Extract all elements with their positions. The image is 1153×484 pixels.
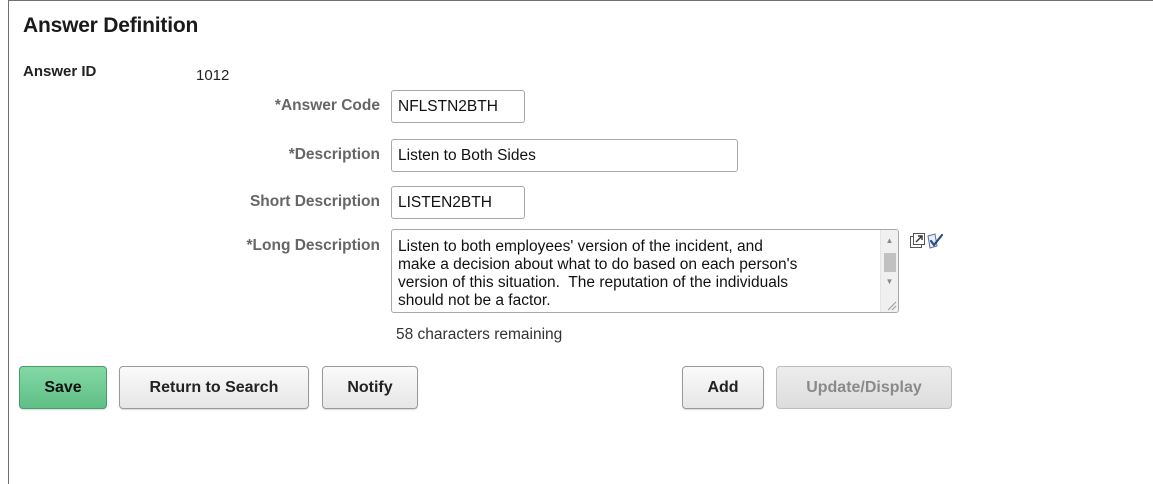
description-field[interactable] <box>391 139 738 172</box>
scroll-down-arrow-icon[interactable]: ▼ <box>881 275 898 289</box>
answer-code-label: *Answer Code <box>274 97 380 114</box>
scroll-thumb[interactable] <box>884 253 896 272</box>
page-title: Answer Definition <box>23 14 199 37</box>
save-button[interactable]: Save <box>19 366 107 409</box>
long-description-label: *Long Description <box>246 237 380 254</box>
add-button[interactable]: Add <box>682 366 764 409</box>
answer-id-value: 1012 <box>196 67 230 84</box>
textarea-tools <box>909 232 945 250</box>
short-description-field[interactable] <box>391 186 525 219</box>
spellcheck-icon[interactable] <box>926 232 944 249</box>
chars-remaining-text: 58 characters remaining <box>396 326 563 343</box>
answer-code-field[interactable] <box>391 90 525 123</box>
resize-grip-icon[interactable] <box>885 299 897 311</box>
answer-id-label: Answer ID <box>23 63 97 80</box>
long-description-textarea[interactable]: Listen to both employees' version of the… <box>391 229 899 313</box>
frame-left-border <box>8 0 9 484</box>
notify-button[interactable]: Notify <box>322 366 418 409</box>
short-description-label: Short Description <box>249 193 380 210</box>
scroll-up-arrow-icon[interactable]: ▲ <box>881 234 898 248</box>
expand-window-icon[interactable] <box>909 233 925 249</box>
long-description-text: Listen to both employees' version of the… <box>398 238 798 309</box>
frame-top-border <box>8 0 1153 1</box>
update-display-button[interactable]: Update/Display <box>776 366 952 409</box>
return-to-search-button[interactable]: Return to Search <box>119 366 309 409</box>
description-label: *Description <box>288 146 380 163</box>
